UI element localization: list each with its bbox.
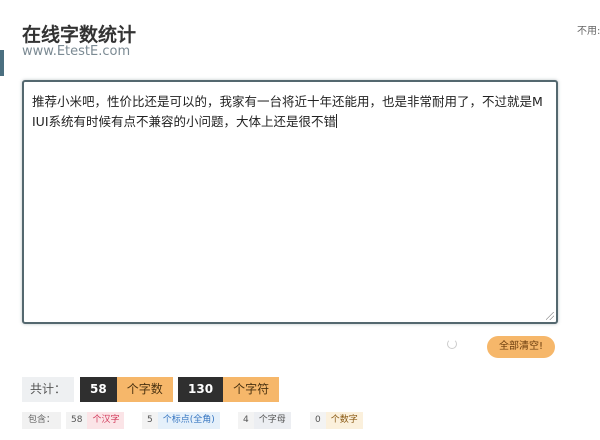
digit-count: 0	[310, 412, 326, 429]
char-count-badge: 130 个字符	[178, 377, 280, 402]
punct-unit: 个标点(全角)	[157, 412, 220, 429]
hanzi-unit: 个汉字	[87, 412, 125, 429]
text-content[interactable]: 推荐小米吧，性价比还是可以的，我家有一台将近十年还能用，也是非常耐用了，不过就是…	[32, 92, 546, 132]
text-input-area[interactable]: 推荐小米吧，性价比还是可以的，我家有一台将近十年还能用，也是非常耐用了，不过就是…	[22, 80, 558, 324]
text-caret	[336, 114, 338, 128]
editor-text-value: 推荐小米吧，性价比还是可以的，我家有一台将近十年还能用，也是非常耐用了，不过就是…	[32, 94, 543, 129]
side-note: 不用:	[577, 26, 600, 37]
letter-unit: 个字母	[253, 412, 291, 429]
char-count-unit: 个字符	[223, 377, 280, 402]
loading-spinner-icon	[447, 339, 457, 349]
clear-all-button[interactable]: 全部清空!	[487, 336, 555, 358]
letter-breakdown: 4 个字母	[238, 412, 291, 429]
breakdown-label: 包含：	[22, 412, 62, 429]
left-accent-bar	[0, 50, 4, 76]
word-count-unit: 个字数	[116, 377, 173, 402]
word-count-badge: 58 个字数	[80, 377, 173, 402]
char-count-value: 130	[178, 377, 224, 402]
hanzi-breakdown: 58 个汉字	[66, 412, 125, 429]
digit-unit: 个数字	[325, 412, 363, 429]
site-url[interactable]: www.EtestE.com	[22, 44, 130, 59]
punct-count: 5	[142, 412, 158, 429]
page-title: 在线字数统计	[22, 24, 137, 46]
word-count-value: 58	[80, 377, 117, 402]
letter-count: 4	[238, 412, 254, 429]
punct-breakdown: 5 个标点(全角)	[142, 412, 220, 429]
resize-handle-icon[interactable]	[546, 312, 554, 320]
digit-breakdown: 0 个数字	[310, 412, 363, 429]
hanzi-count: 58	[66, 412, 88, 429]
total-label: 共计：	[22, 377, 74, 402]
